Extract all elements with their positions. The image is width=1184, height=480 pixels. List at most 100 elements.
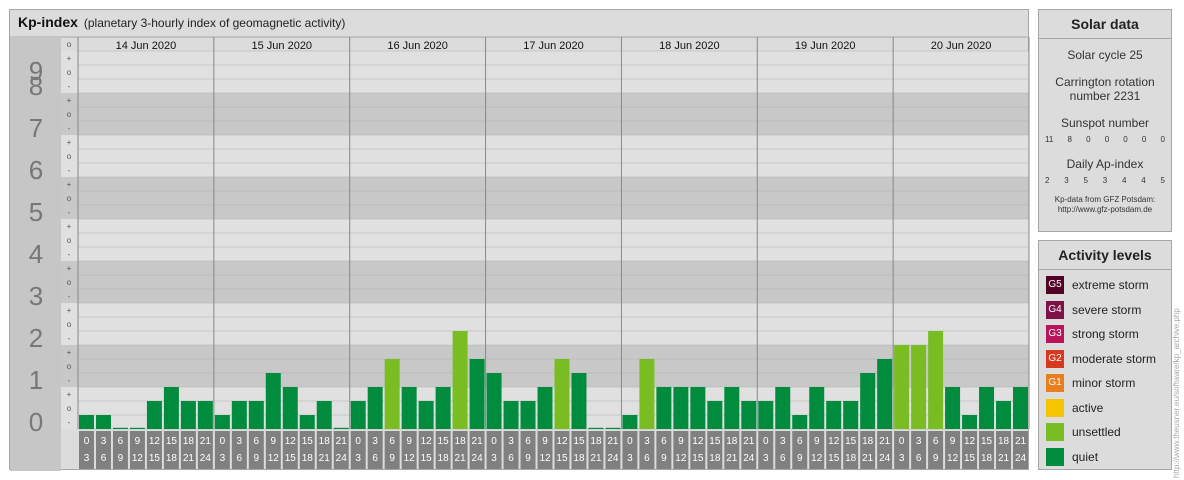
activity-color-swatch: G2 xyxy=(1046,349,1064,368)
hour-start-label: 3 xyxy=(101,436,107,447)
hour-start-label: 21 xyxy=(879,436,891,447)
y-tick-label: 7 xyxy=(29,113,43,143)
hour-start-label: 0 xyxy=(899,436,905,447)
hour-start-label: 18 xyxy=(183,436,195,447)
kp-bar xyxy=(469,358,485,429)
activity-level-label: quiet xyxy=(1072,449,1099,464)
y-tick-label: 6 xyxy=(29,155,43,185)
kp-bar xyxy=(214,415,230,429)
kp-bar xyxy=(79,415,94,429)
activity-level-item: G4 severe storm xyxy=(1039,298,1171,323)
kp-bar xyxy=(418,400,434,429)
activity-level-label: active xyxy=(1072,400,1104,415)
activity-color-swatch xyxy=(1046,447,1064,466)
hour-end-label: 24 xyxy=(1015,453,1027,464)
kp-bar xyxy=(265,373,281,429)
activity-color-swatch: G5 xyxy=(1046,276,1064,295)
hour-end-label: 18 xyxy=(302,453,314,464)
hour-start-label: 6 xyxy=(525,436,531,447)
hour-end-label: 3 xyxy=(627,453,633,464)
activity-color-swatch: G3 xyxy=(1046,325,1064,344)
carrington-line1: Carrington rotation xyxy=(1055,75,1155,89)
hour-start-label: 9 xyxy=(950,436,956,447)
hour-start-label: 0 xyxy=(627,436,633,447)
sunspot-value: 0 xyxy=(1160,135,1165,144)
kp-bar xyxy=(588,427,604,429)
sub-tick-label: o xyxy=(67,404,72,413)
date-label: 19 Jun 2020 xyxy=(795,40,856,52)
kp-bar xyxy=(877,358,893,429)
hour-start-label: 12 xyxy=(421,436,433,447)
activity-levels-title: Activity levels xyxy=(1039,241,1171,270)
activity-level-item: G5 extreme storm xyxy=(1039,273,1171,298)
hour-end-label: 24 xyxy=(200,453,212,464)
hour-end-label: 15 xyxy=(964,453,976,464)
sub-tick-label: + xyxy=(67,264,72,273)
hour-start-label: 18 xyxy=(455,436,467,447)
ap-index-value: 4 xyxy=(1141,176,1146,185)
activity-level-item: active xyxy=(1039,396,1171,421)
hour-start-label: 3 xyxy=(237,436,243,447)
credit-line1: Kp-data from GFZ Potsdam: xyxy=(1054,195,1156,204)
kp-bar xyxy=(928,331,944,429)
kp-bar xyxy=(656,387,672,429)
kp-bar xyxy=(707,400,723,429)
kp-band xyxy=(10,51,1029,93)
kp-bar xyxy=(639,358,655,429)
hour-end-label: 21 xyxy=(183,453,195,464)
y-tick-label: 5 xyxy=(29,197,43,227)
hour-end-label: 24 xyxy=(472,453,484,464)
kp-band xyxy=(10,345,1029,387)
hour-end-label: 21 xyxy=(590,453,602,464)
kp-bar xyxy=(384,358,400,429)
sunspot-value: 11 xyxy=(1045,135,1054,144)
kp-bar xyxy=(809,387,825,429)
hour-start-label: 15 xyxy=(302,436,314,447)
activity-levels-panel: Activity levels G5 extreme storm G4 severe … xyxy=(1038,240,1172,470)
sub-tick-label: o xyxy=(67,320,72,329)
sub-tick-label: + xyxy=(67,390,72,399)
kp-bar xyxy=(367,387,383,429)
date-label: 18 Jun 2020 xyxy=(659,40,720,52)
kp-bar xyxy=(1013,387,1028,429)
hour-start-label: 6 xyxy=(933,436,939,447)
hour-start-label: 21 xyxy=(200,436,212,447)
sub-tick-label: o xyxy=(67,194,72,203)
kp-bar xyxy=(520,400,536,429)
hour-start-label: 3 xyxy=(916,436,922,447)
hour-end-label: 9 xyxy=(118,453,124,464)
carrington-line2: number 2231 xyxy=(1069,89,1141,103)
hour-end-label: 15 xyxy=(692,453,704,464)
source-watermark: http://www.theusner.eu/software/kp_archi… xyxy=(1172,308,1181,478)
hour-start-label: 9 xyxy=(814,436,820,447)
hour-end-label: 6 xyxy=(644,453,650,464)
hour-start-label: 9 xyxy=(406,436,412,447)
hour-start-label: 3 xyxy=(780,436,786,447)
ap-index-value: 3 xyxy=(1102,176,1108,185)
kp-bar xyxy=(180,400,196,429)
hour-end-label: 18 xyxy=(981,453,993,464)
y-tick-label: 4 xyxy=(29,239,43,269)
hour-end-label: 21 xyxy=(862,453,874,464)
kp-bar xyxy=(129,427,145,429)
kp-bar xyxy=(996,400,1012,429)
sub-tick-label: o xyxy=(67,362,72,371)
ap-index-value: 5 xyxy=(1160,176,1165,185)
hour-start-label: 12 xyxy=(149,436,161,447)
hour-end-label: 12 xyxy=(132,453,144,464)
sub-tick-label: - xyxy=(68,376,71,385)
ap-index-value: 3 xyxy=(1064,176,1069,185)
sub-tick-label: + xyxy=(67,138,72,147)
hour-start-label: 0 xyxy=(763,436,769,447)
hour-end-label: 15 xyxy=(285,453,297,464)
hour-end-label: 15 xyxy=(828,453,840,464)
sunspot-title: Sunspot number xyxy=(1060,116,1150,130)
hour-end-label: 12 xyxy=(947,453,959,464)
kp-chart-panel: Kp-index (planetary 3-hourly index of geo… xyxy=(9,9,1030,471)
hour-end-label: 9 xyxy=(254,453,260,464)
y-tick-label: 9 xyxy=(29,56,43,86)
data-credit: Kp-data from GFZ Potsdam: http://www.gfz… xyxy=(1039,195,1171,215)
kp-bar xyxy=(486,373,502,429)
hour-start-label: 15 xyxy=(573,436,585,447)
credit-link[interactable]: http://www.gfz-potsdam.de xyxy=(1039,205,1171,215)
